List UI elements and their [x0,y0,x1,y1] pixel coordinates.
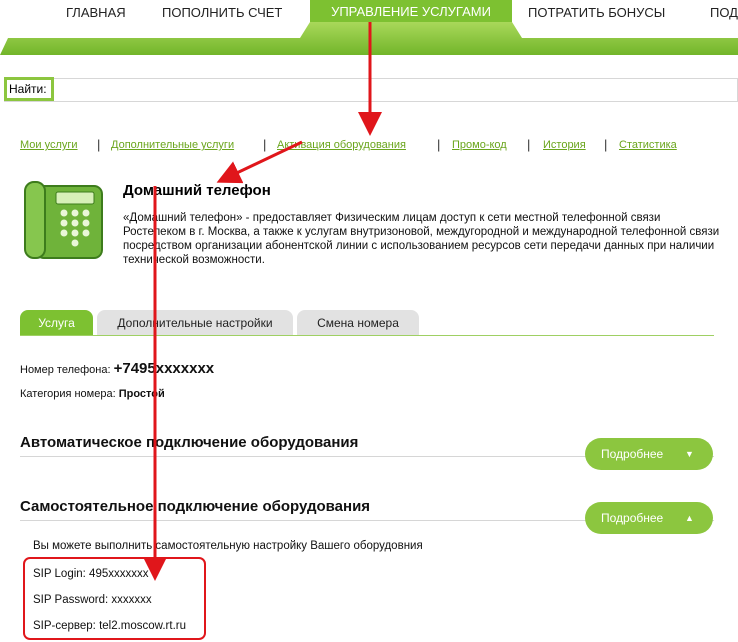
tab-service[interactable]: Услуга [20,310,93,335]
tab-underline [20,335,714,336]
nav-item-spend-bonuses[interactable]: ПОТРАТИТЬ БОНУСЫ [528,5,665,20]
more-button-manual-connect[interactable]: Подробнее ▲ [585,502,713,534]
more-button-auto-connect[interactable]: Подробнее ▼ [585,438,713,470]
telephone-icon [24,181,103,259]
subnav-my-services[interactable]: Мои услуги [20,139,78,151]
search-label: Найти: [4,77,54,101]
chevron-down-icon: ▼ [685,449,694,459]
subnav-separator: | [604,137,608,152]
highlight-box [23,557,206,640]
subnav-equipment-activation[interactable]: Активация оборудования [277,139,406,151]
subnav-history[interactable]: История [543,139,586,151]
subnav-separator: | [527,137,531,152]
service-description: «Домашний телефон» - предоставляет Физич… [123,212,720,266]
nav-item-label: УПРАВЛЕНИЕ УСЛУГАМИ [331,4,491,19]
search-input[interactable] [4,78,738,102]
subnav-statistics[interactable]: Статистика [619,139,677,151]
number-category-value: Простой [118,388,165,400]
more-button-label: Подробнее [601,511,664,525]
nav-green-bar [0,22,738,55]
service-title: Домашний телефон [123,182,271,199]
nav-item-manage-services[interactable]: УПРАВЛЕНИЕ УСЛУГАМИ [310,0,512,22]
subnav-separator: | [437,137,441,152]
nav-item-top-up[interactable]: ПОПОЛНИТЬ СЧЕТ [162,5,282,20]
nav-item-more[interactable]: ПОД [710,5,738,20]
subnav-separator: | [97,137,101,152]
nav-item-home[interactable]: ГЛАВНАЯ [66,5,126,20]
more-button-label: Подробнее [601,447,664,461]
tab-additional-settings[interactable]: Дополнительные настройки [97,310,293,335]
phone-number-value: +7495xxxxxxx [113,360,215,377]
subnav-separator: | [263,137,267,152]
phone-number-row: Номер телефона: +7495xxxxxxx [20,360,214,377]
phone-number-label: Номер телефона: [20,364,111,376]
manual-setup-intro: Вы можете выполнить самостоятельную наст… [33,540,423,552]
number-category-row: Категория номера: Простой [20,388,165,400]
subnav-additional-services[interactable]: Дополнительные услуги [111,139,234,151]
subnav-promo-code[interactable]: Промо-код [452,139,507,151]
tab-number-change[interactable]: Смена номера [297,310,419,335]
section-title-auto-connect: Автоматическое подключение оборудования [20,434,359,451]
section-title-manual-connect: Самостоятельное подключение оборудования [20,498,371,515]
chevron-up-icon: ▲ [685,513,694,523]
number-category-label: Категория номера: [20,388,116,400]
